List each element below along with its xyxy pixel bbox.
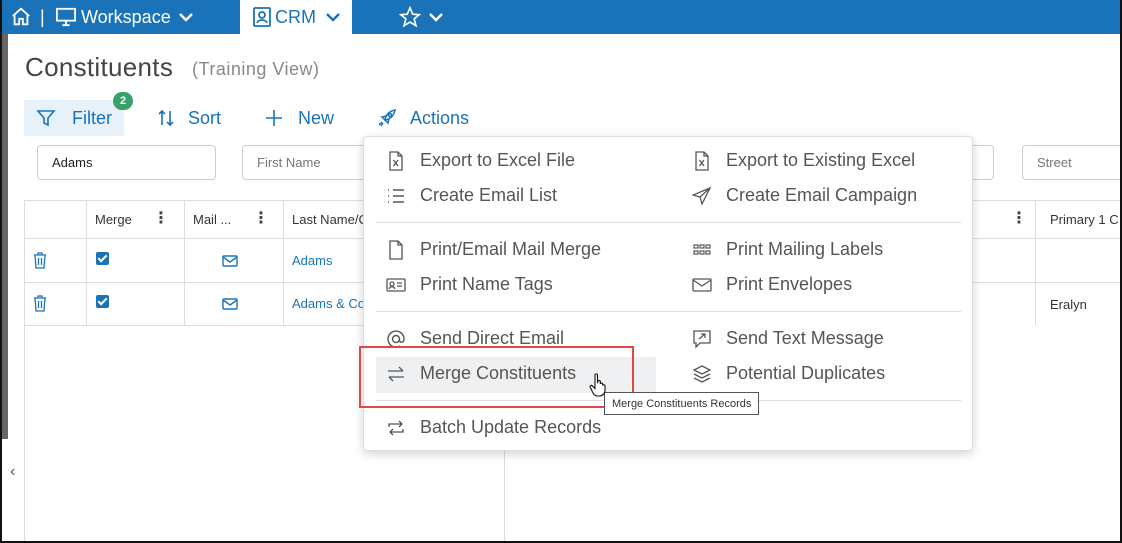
grid-left-border — [24, 200, 25, 543]
paper-plane-icon — [692, 186, 712, 206]
menu-item-label: Print Envelopes — [726, 273, 853, 294]
col-header-mail[interactable]: Mail ... — [193, 200, 231, 238]
nav-separator: | — [40, 6, 45, 27]
message-arrow-icon — [693, 330, 711, 349]
first-name-search-input[interactable]: First Name — [242, 145, 372, 180]
menu-item-label: Print Name Tags — [420, 273, 553, 294]
monitor-icon — [56, 7, 76, 27]
workspace-label: Workspace — [81, 6, 171, 27]
star-icon — [399, 6, 421, 28]
sort-icon — [158, 109, 174, 127]
column-menu-icon[interactable]: ⋮ — [153, 208, 169, 228]
sort-button[interactable]: Sort — [156, 100, 221, 136]
actions-label: Actions — [410, 107, 470, 128]
chevron-down-icon — [429, 13, 443, 22]
merge-checkbox[interactable] — [96, 295, 109, 308]
merge-checkbox[interactable] — [96, 252, 109, 265]
col-divider — [283, 200, 284, 325]
menu-item-label: Export to Existing Excel — [726, 149, 916, 170]
page-subtitle: (Training View) — [192, 59, 320, 79]
col-divider — [1035, 200, 1036, 325]
tab-crm[interactable]: CRM — [240, 0, 352, 34]
actions-button[interactable]: Actions — [377, 100, 469, 136]
sort-label: Sort — [188, 107, 222, 128]
filter-button[interactable]: Filter — [24, 100, 124, 136]
chevron-left-icon[interactable]: ‹ — [10, 463, 15, 481]
last-name-search-input[interactable]: Adams — [37, 145, 216, 180]
column-menu-icon[interactable]: ⋮ — [1011, 208, 1027, 228]
chevron-down-icon — [178, 13, 193, 22]
filter-icon — [36, 110, 56, 127]
top-nav-bar: | Workspace CRM — [0, 0, 1122, 34]
menu-item-label: Print/Email Mail Merge — [420, 238, 602, 259]
street-search-input[interactable]: Street — [1022, 145, 1122, 180]
contact-card-icon — [253, 7, 271, 27]
menu-item-label: Create Email Campaign — [726, 184, 918, 205]
excel-file-icon — [389, 151, 403, 171]
trash-icon[interactable] — [33, 295, 47, 317]
trash-icon[interactable] — [33, 252, 47, 274]
left-scroll-strip[interactable] — [2, 34, 8, 439]
filter-label: Filter — [72, 107, 112, 128]
menu-item-label: Print Mailing Labels — [726, 238, 884, 259]
list-icon — [388, 189, 404, 203]
workspace-menu[interactable]: Workspace — [55, 0, 193, 34]
col-header-last-name[interactable]: Last Name/C — [292, 200, 368, 238]
new-label: New — [298, 107, 335, 128]
menu-item-label: Batch Update Records — [420, 416, 602, 437]
rocket-icon — [378, 109, 396, 127]
layers-icon — [692, 365, 712, 383]
menu-separator — [376, 222, 961, 223]
last-name-link[interactable]: Adams & Co — [292, 296, 365, 311]
chevron-down-icon — [326, 13, 340, 22]
mail-icon[interactable] — [222, 297, 238, 315]
page-title: Constituents — [25, 52, 174, 82]
mail-icon[interactable] — [222, 254, 238, 272]
home-icon[interactable] — [10, 0, 32, 34]
tooltip: Merge Constituents Records — [604, 392, 760, 415]
menu-separator — [376, 311, 961, 312]
col-divider — [86, 200, 87, 325]
crm-label: CRM — [275, 6, 316, 27]
filter-count-badge: 2 — [113, 92, 133, 110]
menu-item-label: Potential Duplicates — [726, 362, 886, 383]
hand-cursor-icon — [589, 373, 607, 402]
menu-item-label: Send Text Message — [726, 327, 884, 348]
labels-grid-icon — [693, 244, 711, 255]
envelope-icon — [692, 278, 712, 292]
document-icon — [389, 240, 403, 260]
favorites-menu[interactable] — [399, 0, 443, 34]
menu-item-label: Export to Excel File — [420, 149, 576, 170]
excel-file-icon — [695, 151, 709, 171]
column-menu-icon[interactable]: ⋮ — [253, 208, 269, 228]
last-name-link[interactable]: Adams — [292, 253, 332, 268]
col-divider — [184, 200, 185, 325]
col-header-merge[interactable]: Merge — [95, 200, 132, 238]
primary-cell: Eralyn — [1050, 297, 1087, 312]
menu-item-label: Create Email List — [420, 184, 558, 205]
name-tag-icon — [386, 278, 406, 292]
plus-icon — [266, 110, 282, 126]
new-button[interactable]: New — [264, 100, 334, 136]
repeat-arrows-icon — [388, 420, 404, 436]
col-header-primary[interactable]: Primary 1 C — [1050, 200, 1119, 238]
